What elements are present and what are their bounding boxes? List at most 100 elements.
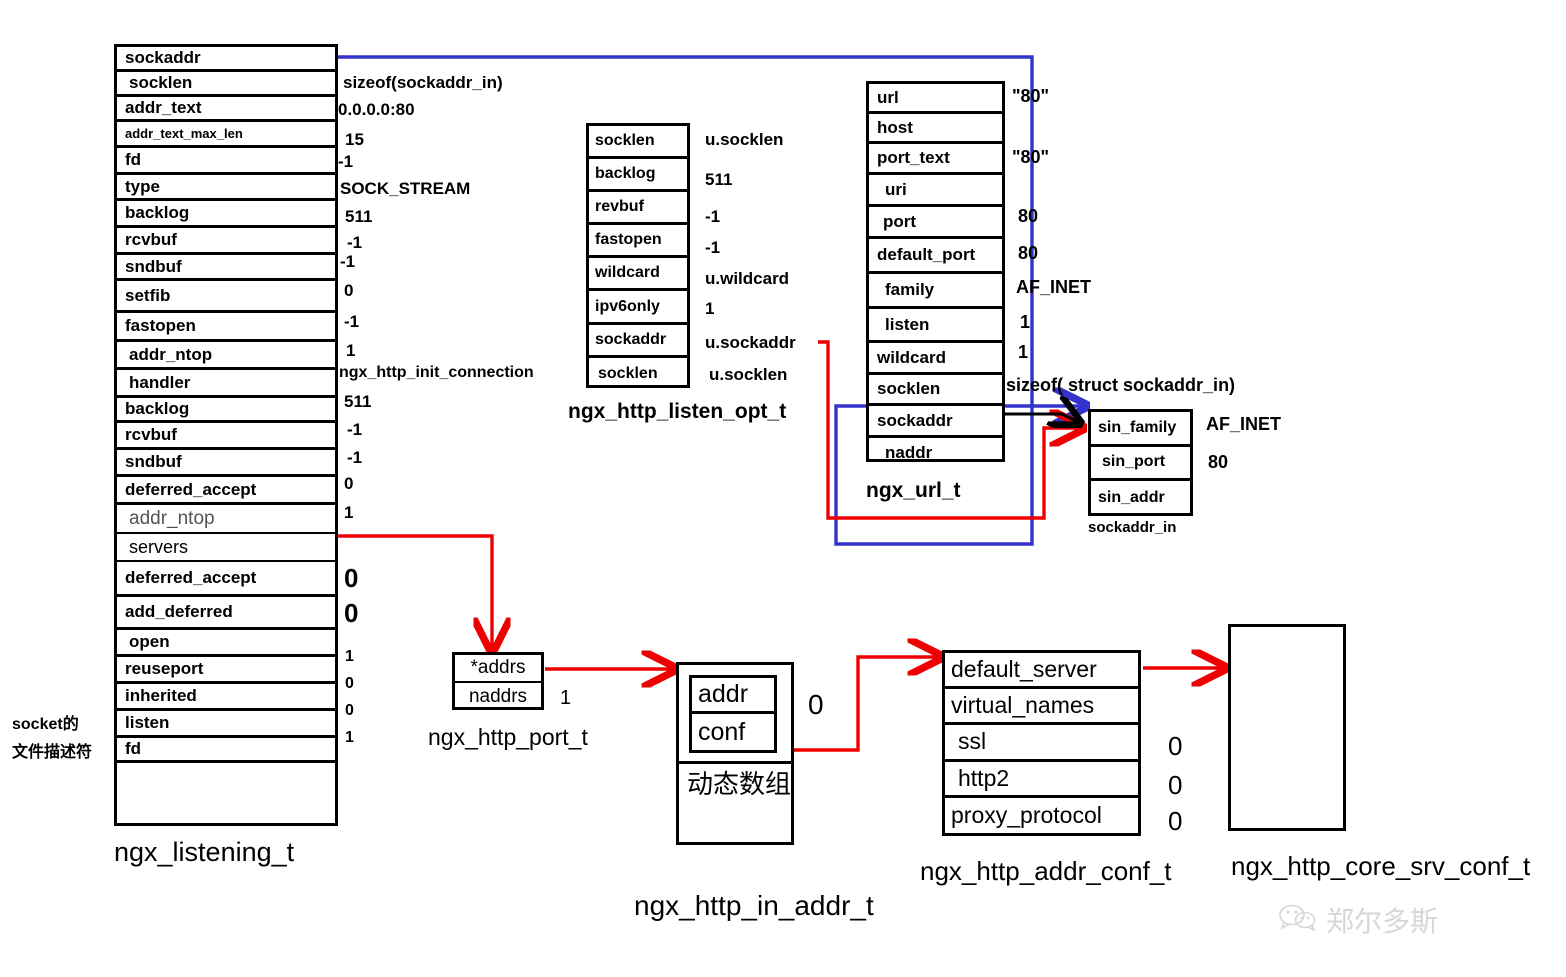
- field-name: wildcard: [877, 347, 946, 367]
- value-listen: 1: [345, 729, 354, 746]
- field-name: fastopen: [595, 231, 662, 249]
- value-fd: -1: [338, 152, 354, 171]
- value-add-deferred: 0: [344, 598, 359, 628]
- in-addr-inner-box: addr conf: [689, 675, 777, 753]
- field-name: addr_text: [125, 98, 202, 117]
- caption-ngx-http-listen-opt-t: ngx_http_listen_opt_t: [568, 400, 787, 423]
- wire-url-sockaddr-to-sockaddrin: [1004, 414, 1078, 422]
- struct-ngx-http-port-t: *addrs naddrs: [452, 652, 544, 710]
- field-row: conf: [692, 714, 774, 750]
- field-row: sndbuf: [117, 255, 335, 281]
- value-in-addr-addr: 0: [808, 689, 824, 720]
- field-row: listen: [117, 711, 335, 738]
- value-sin-family: AF_INET: [1206, 414, 1282, 434]
- struct-ngx-url-t: url host port_text uri port default_port…: [866, 81, 1005, 462]
- field-name: rcvbuf: [125, 425, 177, 444]
- value-port-text: "80": [1012, 147, 1050, 167]
- value-lo-revbuf: -1: [705, 207, 721, 226]
- field-row: virtual_names: [945, 689, 1138, 726]
- field-name: sin_family: [1098, 418, 1177, 436]
- field-row: uri: [869, 175, 1002, 207]
- field-row: port: [869, 207, 1002, 239]
- field-row: family: [869, 274, 1002, 309]
- value-inherited: 0: [345, 702, 354, 719]
- field-row: sin_port: [1091, 447, 1190, 482]
- struct-sockaddr-in: sin_family sin_port sin_addr: [1088, 409, 1193, 516]
- caption-ngx-http-core-srv-conf-t: ngx_http_core_srv_conf_t: [1231, 851, 1531, 881]
- field-row: fastopen: [589, 225, 687, 259]
- field-name: conf: [698, 717, 746, 746]
- field-row: sin_addr: [1091, 481, 1190, 516]
- field-name: fd: [125, 739, 142, 758]
- field-row: type: [117, 175, 335, 201]
- struct-ngx-http-in-addr-t: addr conf 动态数组: [676, 662, 794, 845]
- field-row: sockaddr: [869, 406, 1002, 438]
- dynamic-array-label: 动态数组: [679, 761, 791, 845]
- field-row: url: [869, 84, 1002, 114]
- field-name: addr_text_max_len: [125, 126, 243, 141]
- field-name: naddrs: [468, 686, 528, 707]
- field-name: uri: [885, 179, 907, 199]
- field-name: setfib: [125, 285, 171, 305]
- field-name: url: [877, 87, 899, 107]
- field-name: port: [883, 211, 917, 231]
- watermark: 郑尔多斯: [1278, 900, 1438, 940]
- value-setfib: 0: [344, 281, 354, 300]
- field-row: revbuf: [589, 192, 687, 226]
- field-name: deferred_accept: [125, 568, 257, 587]
- field-name: add_deferred: [125, 602, 233, 621]
- value-wildcard: 1: [1018, 342, 1029, 362]
- field-name: port_text: [877, 148, 950, 167]
- field-name: addr_ntop: [129, 344, 213, 364]
- field-row: socklen: [589, 358, 687, 391]
- field-row: deferred_accept: [117, 562, 335, 597]
- field-name: sin_addr: [1098, 489, 1165, 507]
- value-deferred-accept-2: 0: [344, 563, 359, 593]
- caption-ngx-listening-t: ngx_listening_t: [114, 837, 295, 867]
- field-name: addr_ntop: [129, 507, 215, 529]
- value-http2: 0: [1168, 770, 1183, 800]
- value-lo-sockaddr: u.sockaddr: [705, 333, 796, 352]
- field-row: ipv6only: [589, 291, 687, 325]
- field-row: fastopen: [117, 313, 335, 342]
- value-reuseport: 0: [345, 675, 354, 692]
- field-name: backlog: [125, 203, 190, 222]
- value-fastopen: -1: [344, 312, 360, 331]
- field-row: open: [117, 630, 335, 657]
- value-proxy-protocol: 0: [1168, 806, 1183, 836]
- field-row: proxy_protocol: [945, 798, 1138, 834]
- field-name: backlog: [125, 399, 190, 418]
- field-name: reuseport: [125, 659, 204, 678]
- caption-ngx-http-addr-conf-t: ngx_http_addr_conf_t: [920, 856, 1172, 886]
- field-name: sockaddr: [125, 48, 201, 67]
- field-row: backlog: [117, 201, 335, 228]
- field-name: naddr: [885, 443, 933, 462]
- value-addr-text: 0.0.0.0:80: [338, 100, 415, 119]
- value-rcvbuf: -1: [347, 233, 363, 252]
- field-name: socklen: [877, 379, 941, 398]
- wechat-icon: [1278, 903, 1318, 938]
- field-name: revbuf: [595, 198, 644, 216]
- value-lo-socklen-2: u.socklen: [709, 365, 788, 384]
- value-socklen: sizeof(sockaddr_in): [343, 73, 503, 92]
- field-name: default_port: [877, 245, 976, 264]
- field-name: sndbuf: [125, 452, 182, 471]
- field-row: backlog: [117, 398, 335, 423]
- field-name: fastopen: [125, 316, 196, 335]
- value-handler: ngx_http_init_connection: [339, 364, 534, 381]
- field-name: fd: [125, 150, 142, 169]
- value-sin-port: 80: [1208, 452, 1229, 472]
- note-socket-fd-line2: 文件描述符: [12, 744, 93, 761]
- field-name: addr: [698, 680, 749, 708]
- struct-ngx-http-listen-opt-t: socklen backlog revbuf fastopen wildcard…: [586, 123, 690, 388]
- field-row: handler: [117, 370, 335, 398]
- field-row-empty: [117, 763, 335, 823]
- value-backlog: 511: [345, 207, 373, 226]
- value-lo-fastopen: -1: [705, 238, 721, 257]
- field-row: reuseport: [117, 657, 335, 684]
- field-row: naddrs: [455, 683, 541, 711]
- value-lo-ipv6only: 1: [705, 299, 715, 318]
- diagram-canvas: sockaddr socklen addr_text addr_text_max…: [0, 0, 1566, 977]
- field-name: listen: [125, 713, 170, 732]
- field-row: sockaddr: [117, 47, 335, 72]
